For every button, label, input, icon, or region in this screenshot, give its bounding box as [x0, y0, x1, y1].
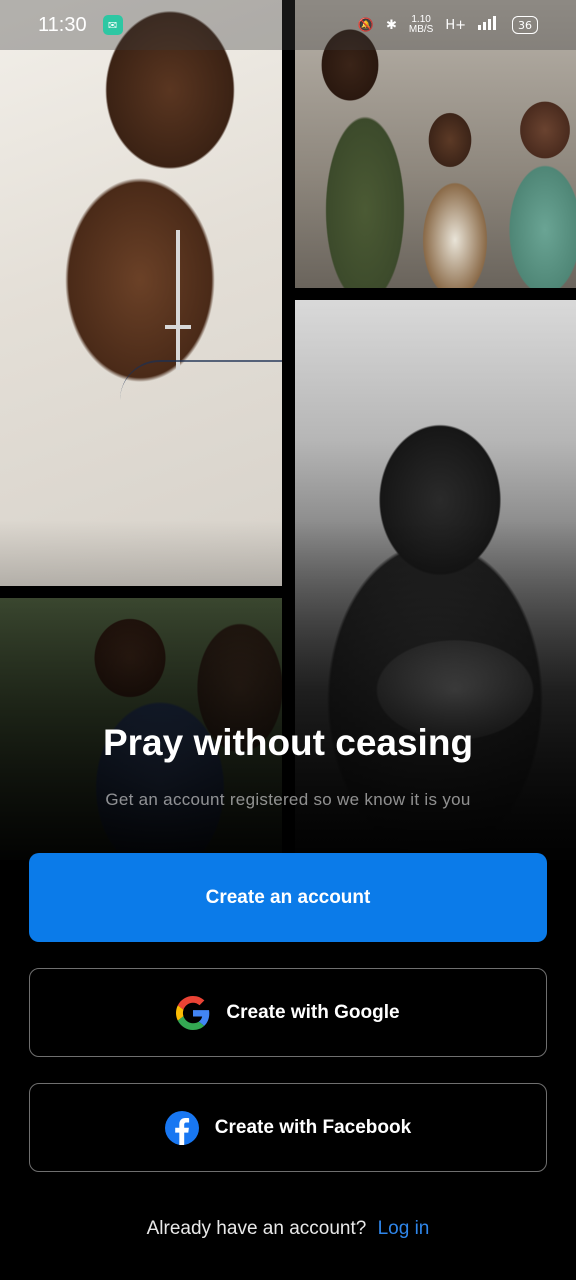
network-type: H+	[445, 17, 466, 33]
login-link[interactable]: Log in	[378, 1218, 430, 1239]
login-prompt-text: Already have an account?	[146, 1218, 367, 1239]
create-account-label: Create an account	[205, 886, 371, 908]
create-with-google-button[interactable]: Create with Google	[29, 968, 547, 1057]
bottom-fade-overlay	[0, 520, 576, 880]
mute-icon: 🔕	[357, 17, 374, 33]
page-subtitle: Get an account registered so we know it …	[105, 790, 471, 809]
google-icon	[176, 995, 210, 1030]
chat-notification-icon: ✉	[102, 15, 123, 35]
network-speed: 1.10 MB/S	[408, 14, 434, 35]
status-bar: 11:30 ✉ 🔕 ✱ 1.10 MB/S H+ 36	[0, 0, 576, 50]
status-indicators: 🔕 ✱ 1.10 MB/S H+ 36	[358, 15, 538, 35]
login-prompt-row: Already have an account? Log in	[0, 1218, 576, 1240]
page-title: Pray without ceasing	[102, 722, 474, 763]
battery-icon: 36	[512, 16, 538, 34]
cross-pendant	[176, 230, 180, 370]
hero-photo-praying-woman	[0, 0, 282, 586]
status-time: 11:30	[38, 13, 87, 36]
bluetooth-icon: ✱	[385, 17, 397, 33]
facebook-label: Create with Facebook	[214, 1116, 412, 1138]
create-with-facebook-button[interactable]: Create with Facebook	[29, 1083, 547, 1172]
create-account-button[interactable]: Create an account	[29, 853, 547, 942]
facebook-icon	[164, 1110, 199, 1145]
google-label: Create with Google	[226, 1001, 400, 1023]
signal-icon	[478, 16, 500, 34]
